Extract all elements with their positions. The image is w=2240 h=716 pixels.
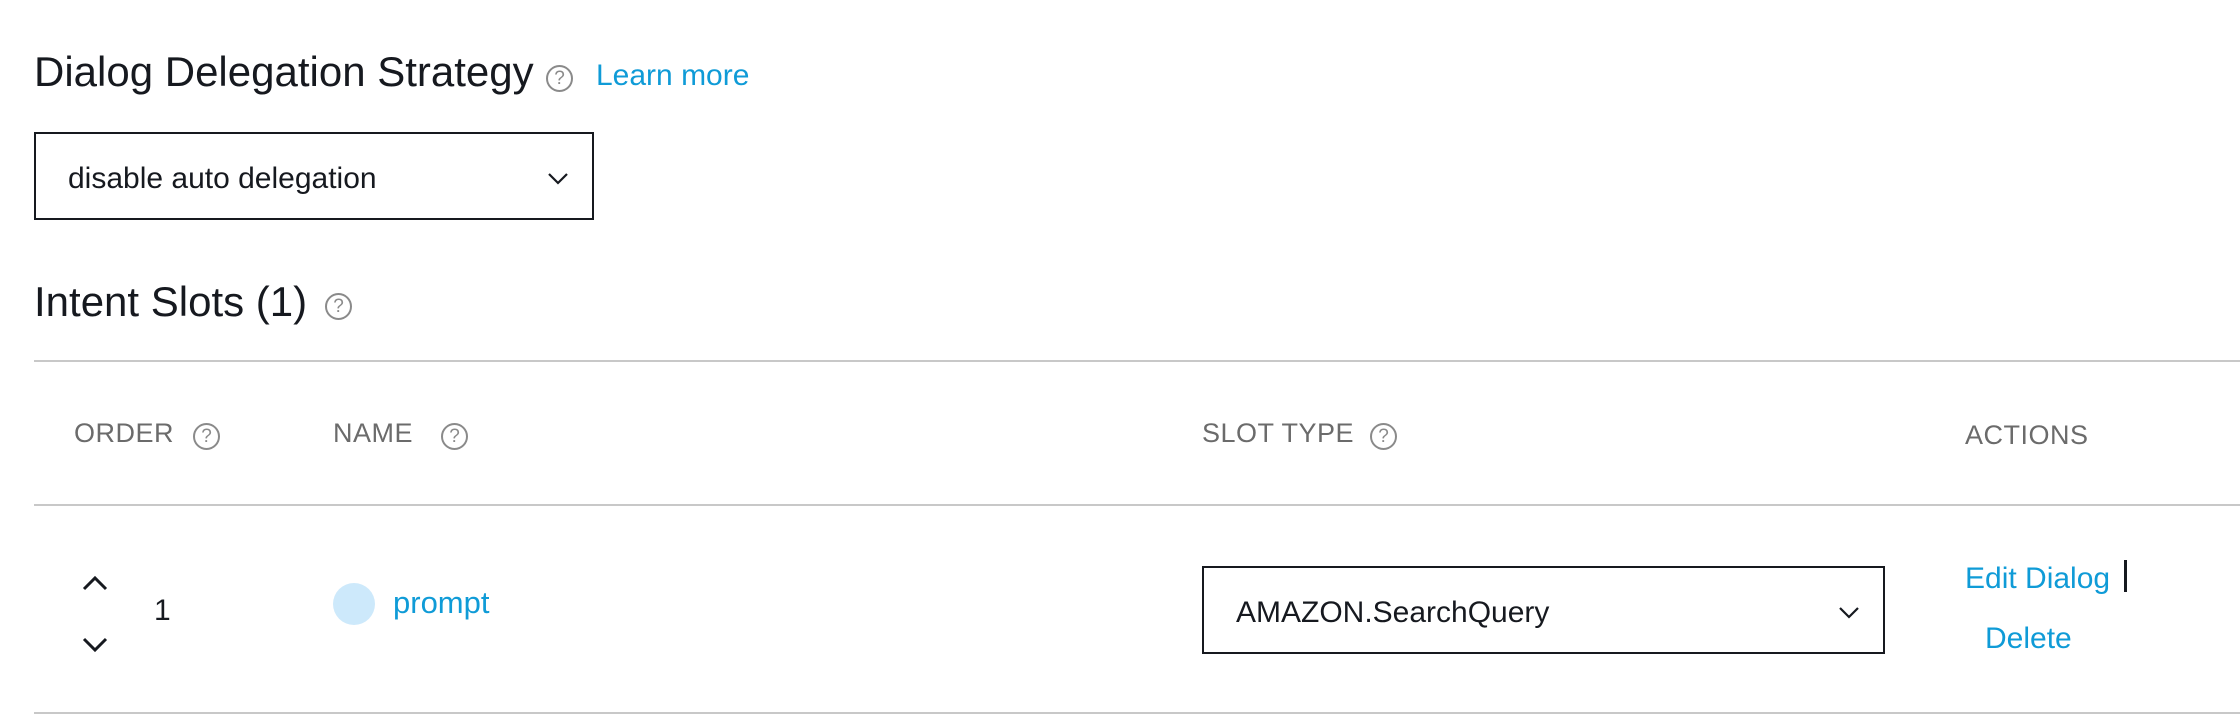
- table-row-divider: [34, 712, 2240, 714]
- help-icon[interactable]: ?: [193, 423, 220, 450]
- column-header-order: ORDER: [74, 418, 175, 448]
- help-icon[interactable]: ?: [441, 423, 468, 450]
- help-icon[interactable]: ?: [546, 65, 573, 92]
- delegation-strategy-value: disable auto delegation: [68, 162, 377, 195]
- chevron-down-icon: [548, 173, 568, 185]
- slot-type-select[interactable]: AMAZON.SearchQuery: [1202, 566, 1885, 654]
- chevron-down-icon: [1839, 607, 1859, 619]
- action-separator: [2124, 560, 2127, 592]
- column-header-actions: ACTIONS: [1965, 420, 2089, 450]
- delegation-strategy-title: Dialog Delegation Strategy: [34, 48, 534, 95]
- learn-more-link[interactable]: Learn more: [596, 59, 749, 93]
- delegation-strategy-select[interactable]: disable auto delegation: [34, 132, 594, 220]
- column-header-slot-type: SLOT TYPE: [1202, 418, 1355, 448]
- intent-slots-title: Intent Slots (1): [34, 278, 308, 325]
- chevron-up-icon[interactable]: [78, 570, 112, 596]
- column-header-name: NAME: [333, 418, 414, 448]
- help-icon[interactable]: ?: [325, 293, 352, 320]
- edit-dialog-link[interactable]: Edit Dialog: [1965, 562, 2110, 596]
- chevron-down-icon[interactable]: [78, 632, 112, 658]
- slot-type-value: AMAZON.SearchQuery: [1236, 596, 1550, 629]
- help-icon[interactable]: ?: [1370, 423, 1397, 450]
- slot-order-value: 1: [154, 594, 171, 627]
- table-top-divider: [34, 360, 2240, 362]
- delete-slot-link[interactable]: Delete: [1985, 622, 2072, 656]
- slot-color-dot: [333, 583, 375, 625]
- table-header-divider: [34, 504, 2240, 506]
- slot-name-link[interactable]: prompt: [393, 585, 489, 621]
